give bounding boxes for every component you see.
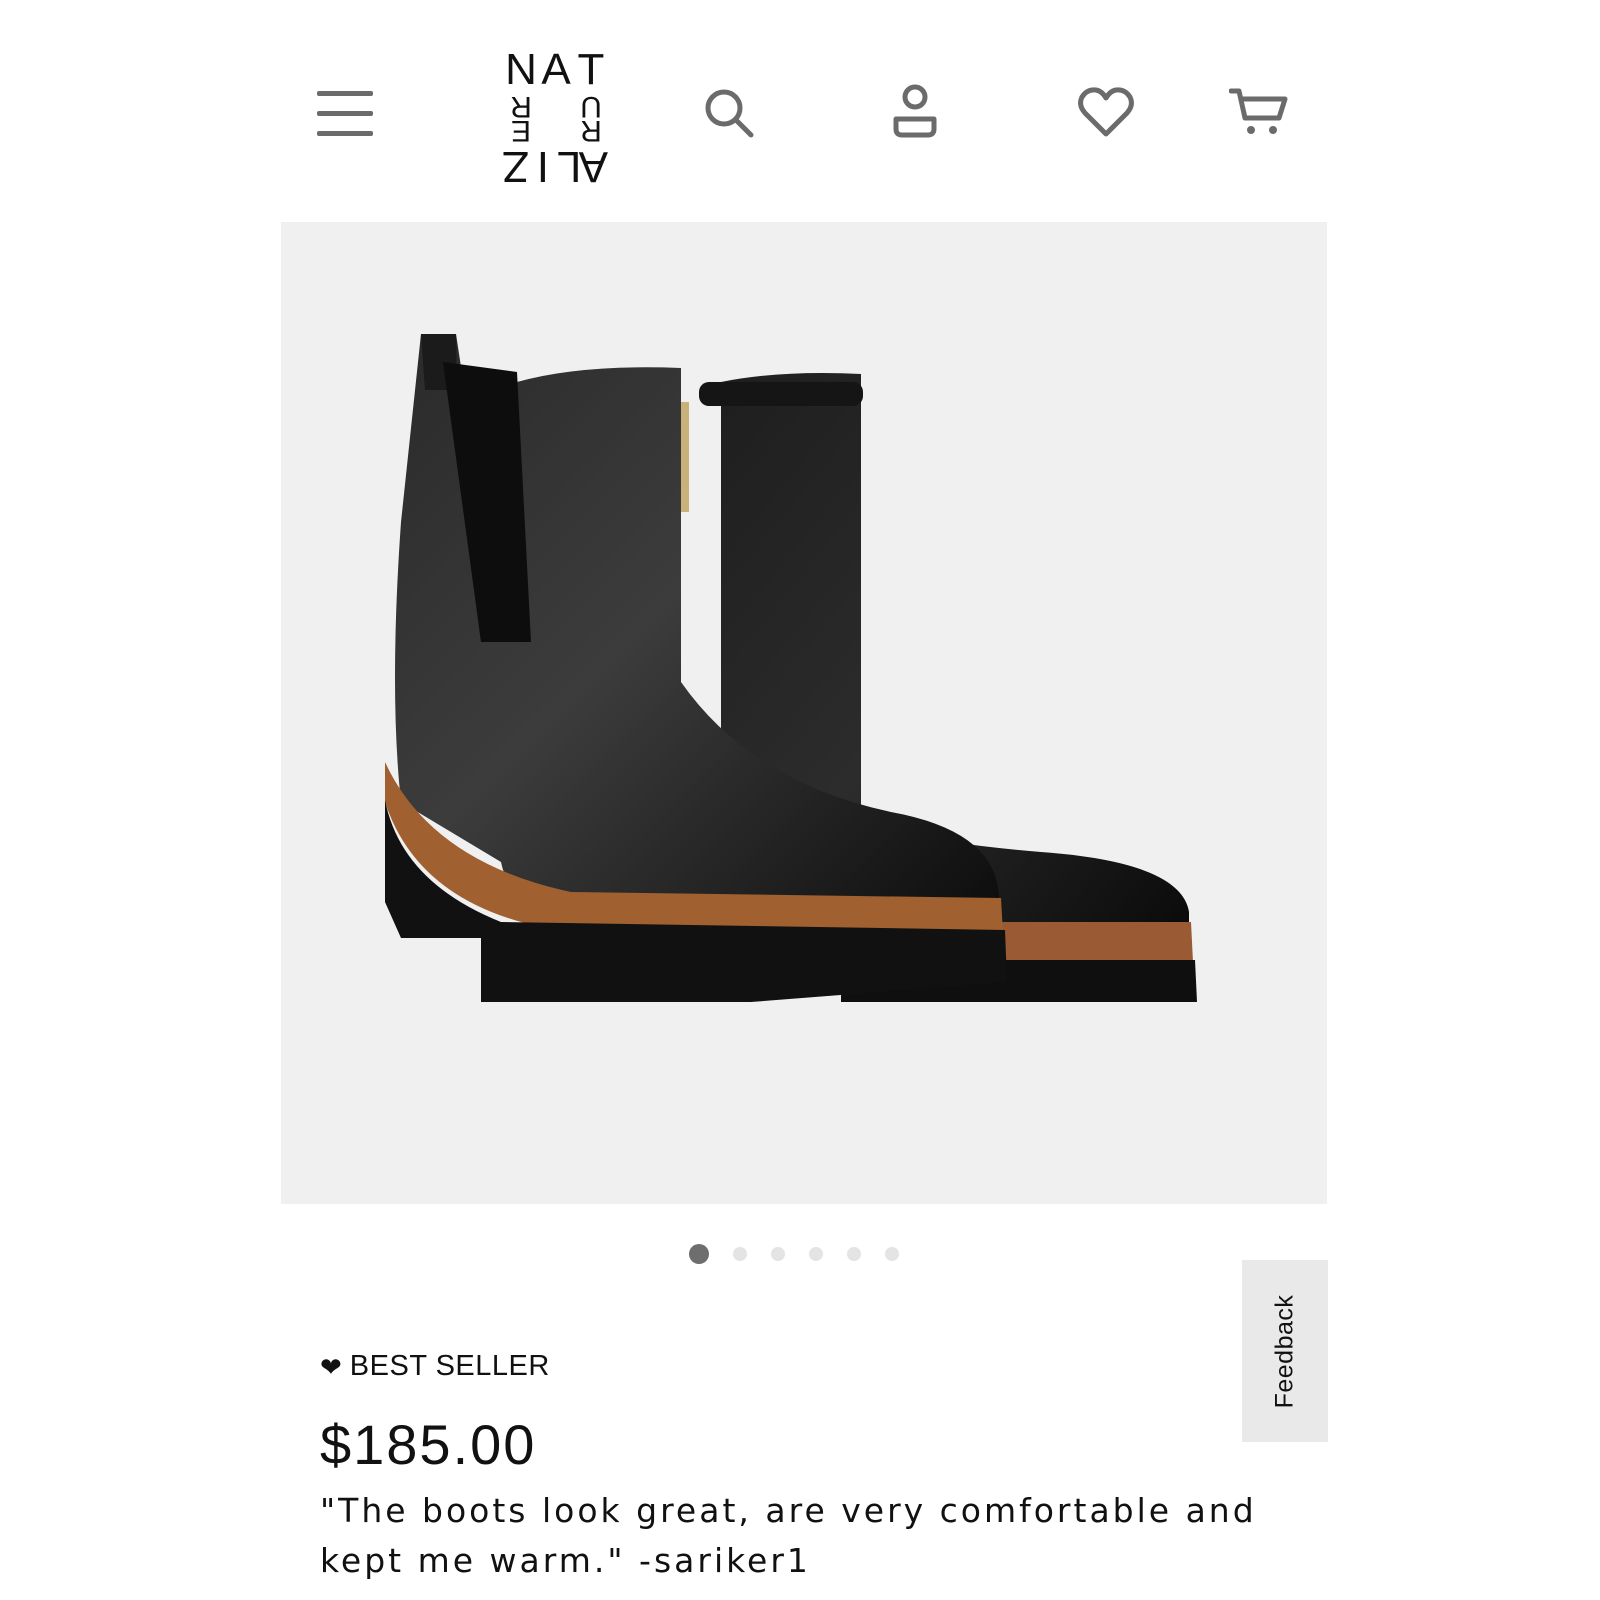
- logo-letter: A: [541, 45, 571, 94]
- logo-letter: Z: [502, 142, 530, 191]
- search-button[interactable]: [700, 84, 758, 142]
- brand-logo[interactable]: N A T R U E R A L I Z: [502, 46, 608, 192]
- user-account-icon: [893, 84, 937, 138]
- account-button[interactable]: [886, 82, 944, 140]
- logo-letter: I: [536, 142, 549, 191]
- logo-letter: [539, 94, 573, 118]
- ankle-boots-illustration: [385, 334, 1197, 1002]
- logo-letter: N: [505, 45, 537, 94]
- carousel-dot-1[interactable]: [689, 1244, 709, 1264]
- site-header: N A T R U E R A L I Z: [0, 0, 1600, 222]
- carousel-dot-4[interactable]: [809, 1247, 823, 1261]
- logo-letter: E: [511, 114, 532, 147]
- logo-letter: [539, 118, 573, 142]
- product-price: $185.00: [320, 1413, 537, 1476]
- badge-label: BEST SELLER: [349, 1350, 550, 1382]
- front-boot: [385, 334, 1007, 1002]
- best-seller-badge: ❤ BEST SELLER: [320, 1350, 550, 1383]
- hamburger-menu-icon: [317, 91, 373, 136]
- carousel-dot-2[interactable]: [733, 1247, 747, 1261]
- image-carousel-dots: [0, 1244, 1600, 1264]
- feedback-label: Feedback: [1270, 1294, 1299, 1408]
- search-icon: [705, 89, 754, 138]
- logo-letter: R: [580, 114, 602, 147]
- heart-icon: [1078, 87, 1134, 137]
- customer-review-quote: "The boots look great, are very comforta…: [320, 1491, 1257, 1580]
- logo-letter: A: [578, 142, 608, 191]
- logo-letter: L: [556, 142, 582, 191]
- logo-row-3: A L I Z: [502, 142, 608, 191]
- carousel-dot-6[interactable]: [885, 1247, 899, 1261]
- carousel-dot-5[interactable]: [847, 1247, 861, 1261]
- shopping-cart-icon: [1229, 88, 1288, 134]
- wishlist-button[interactable]: [1076, 82, 1136, 142]
- feedback-tab[interactable]: Feedback: [1242, 1260, 1328, 1442]
- menu-button[interactable]: [316, 84, 374, 142]
- heart-icon: ❤: [320, 1351, 342, 1382]
- logo-letter: T: [577, 45, 605, 94]
- product-image[interactable]: [281, 222, 1327, 1204]
- logo-row-1: N A T: [504, 46, 608, 94]
- logo-row-2b: E R: [504, 114, 608, 147]
- cart-button[interactable]: [1228, 82, 1290, 142]
- carousel-dot-3[interactable]: [771, 1247, 785, 1261]
